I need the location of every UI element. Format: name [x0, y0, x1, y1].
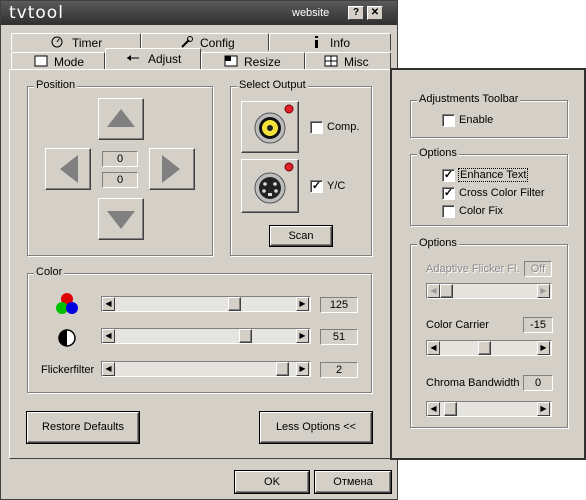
cancel-button[interactable]: Отмена: [315, 471, 391, 493]
arrow-left-icon: [60, 155, 78, 183]
slider-thumb[interactable]: [444, 402, 457, 416]
enhance-text-checkbox[interactable]: ✓: [442, 169, 455, 182]
contrast-icon: [58, 329, 76, 347]
ok-button[interactable]: OK: [235, 471, 309, 493]
contrast-value: 51: [320, 329, 358, 345]
group-title: Position: [34, 79, 78, 91]
group-title: Color: [34, 266, 65, 278]
check-mark: ✓: [443, 187, 454, 199]
color-carrier-value: -15: [523, 317, 553, 333]
tab-misc[interactable]: Misc: [305, 52, 391, 70]
scan-button[interactable]: Scan: [270, 226, 332, 246]
chroma-bandwidth-value: 0: [523, 375, 553, 391]
slider-right-arrow[interactable]: ▶: [537, 284, 550, 298]
grid-icon: [324, 55, 338, 67]
tab-label: Misc: [344, 55, 369, 69]
flickerfilter-value: 2: [320, 362, 358, 378]
rca-connector-icon: [254, 104, 294, 144]
flickerfilter-label: Flickerfilter: [41, 364, 95, 376]
color-carrier-label: Color Carrier: [426, 319, 489, 331]
slider-right-arrow[interactable]: ▶: [296, 362, 309, 376]
svideo-connector-icon: [254, 162, 294, 204]
window-icon: [34, 55, 48, 67]
restore-defaults-button[interactable]: Restore Defaults: [27, 412, 139, 443]
comp-label: Comp.: [327, 121, 360, 133]
tab-info[interactable]: Info: [269, 33, 391, 51]
tab-mode[interactable]: Mode: [11, 52, 105, 70]
group-title: Adjustments Toolbar: [417, 93, 521, 105]
rgb-color-icon: [56, 293, 78, 314]
move-right-button[interactable]: [149, 148, 195, 190]
slider-right-arrow[interactable]: ▶: [537, 341, 550, 355]
title-bar[interactable]: tvtool website ? ✕: [1, 1, 397, 25]
slider-track[interactable]: [101, 328, 311, 344]
arrow-right-icon: [162, 155, 180, 183]
move-up-button[interactable]: [98, 98, 144, 140]
tab-label: Info: [330, 36, 351, 50]
group-title: Select Output: [237, 79, 308, 91]
arrow-up-icon: [107, 109, 135, 127]
tab-label: Resize: [244, 55, 281, 69]
close-button[interactable]: ✕: [367, 6, 383, 20]
slider-right-arrow[interactable]: ▶: [296, 297, 309, 311]
less-options-button[interactable]: Less Options <<: [260, 412, 372, 443]
resize-icon: [224, 55, 238, 67]
tab-resize[interactable]: Resize: [201, 52, 305, 70]
slider-right-arrow[interactable]: ▶: [537, 402, 550, 416]
slider-thumb[interactable]: [228, 297, 241, 311]
saturation-value: 125: [320, 297, 358, 313]
enable-label: Enable: [459, 114, 494, 126]
yc-label: Y/C: [327, 180, 346, 192]
enable-toolbar-checkbox[interactable]: [442, 114, 455, 127]
slider-left-arrow[interactable]: ◀: [427, 402, 440, 416]
color-fix-label: Color Fix: [459, 205, 504, 217]
slider-left-arrow[interactable]: ◀: [102, 297, 115, 311]
cross-color-filter-label: Cross Color Filter: [459, 187, 545, 199]
clock-icon: [51, 36, 63, 48]
adjust-icon: [127, 55, 139, 61]
yc-checkbox[interactable]: ✓: [310, 180, 323, 193]
adaptive-flicker-label: Adaptive Flicker Fl.: [426, 263, 520, 275]
position-y-value: 0: [102, 172, 138, 188]
group-title: Options: [417, 147, 459, 159]
main-window: tvtool website ? ✕ Timer Config Info Mod…: [0, 0, 398, 500]
move-down-button[interactable]: [98, 198, 144, 240]
chroma-bandwidth-label: Chroma Bandwidth: [426, 377, 520, 389]
tab-label: Mode: [54, 55, 85, 69]
slider-left-arrow[interactable]: ◀: [427, 341, 440, 355]
wrench-icon: [181, 36, 193, 48]
enhance-text-label: Enhance Text: [458, 168, 529, 182]
comp-checkbox[interactable]: [310, 121, 323, 134]
info-icon: [315, 36, 318, 48]
tab-adjust[interactable]: Adjust: [105, 48, 201, 69]
tab-label: Config: [200, 36, 235, 50]
slider-right-arrow[interactable]: ▶: [296, 329, 309, 343]
slider-left-arrow[interactable]: ◀: [427, 284, 440, 298]
options-panel: Adjustments Toolbar Enable Options ✓ Enh…: [390, 68, 586, 460]
color-fix-checkbox[interactable]: [442, 205, 455, 218]
arrow-down-icon: [107, 211, 135, 229]
adaptive-flicker-value: Off: [524, 261, 552, 277]
svideo-output-button[interactable]: [241, 159, 299, 213]
help-button[interactable]: ?: [348, 6, 364, 20]
slider-thumb[interactable]: [239, 329, 252, 343]
slider-left-arrow[interactable]: ◀: [102, 329, 115, 343]
check-mark: ✓: [311, 180, 322, 192]
position-x-value: 0: [102, 151, 138, 167]
slider-thumb[interactable]: [478, 341, 491, 355]
slider-left-arrow[interactable]: ◀: [102, 362, 115, 376]
group-title: Options: [417, 237, 459, 249]
website-link[interactable]: website: [292, 7, 329, 19]
slider-thumb: [440, 284, 453, 298]
slider-track[interactable]: [101, 296, 311, 312]
cross-color-filter-checkbox[interactable]: ✓: [442, 187, 455, 200]
check-mark: ✓: [443, 169, 454, 181]
composite-output-button[interactable]: [241, 101, 299, 153]
slider-thumb[interactable]: [276, 362, 289, 376]
tab-label: Adjust: [148, 52, 182, 66]
app-title: tvtool: [9, 3, 64, 23]
tab-label: Timer: [72, 36, 103, 50]
move-left-button[interactable]: [45, 148, 91, 190]
